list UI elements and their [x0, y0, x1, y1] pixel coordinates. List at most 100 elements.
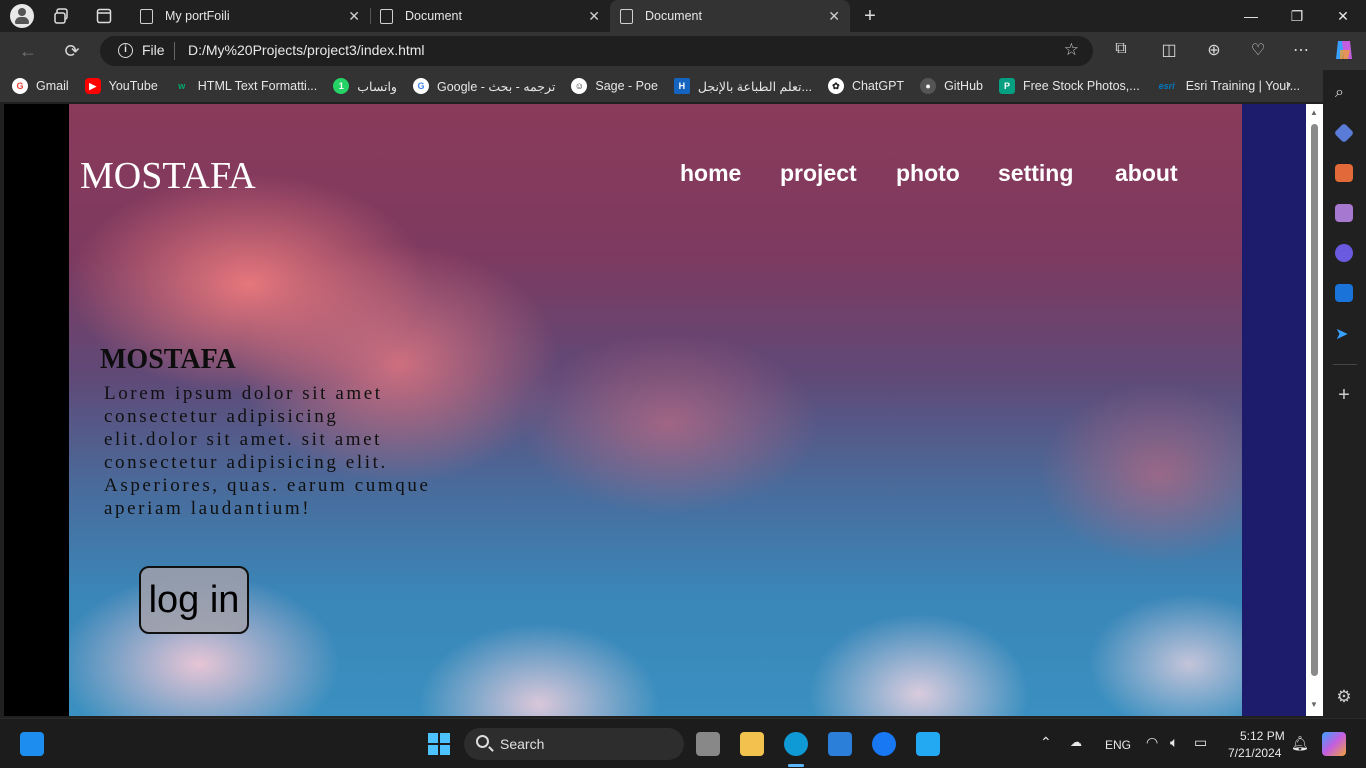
- task-view-icon[interactable]: [696, 732, 720, 756]
- bookmark-label: تعلم الطباعة بالإنجل...: [697, 79, 812, 94]
- favorite-star-icon[interactable]: ☆: [1064, 40, 1079, 60]
- edge-browser-icon[interactable]: [784, 732, 808, 756]
- page-right-strip: [1242, 104, 1306, 716]
- bookmark-label: GitHub: [944, 79, 983, 93]
- scroll-up-icon[interactable]: ▲: [1310, 108, 1318, 117]
- clock-date[interactable]: 7/21/2024: [1228, 746, 1281, 760]
- search-icon[interactable]: ⌕: [1335, 84, 1353, 102]
- tab-actions-icon[interactable]: [92, 4, 116, 28]
- login-button[interactable]: log in: [139, 566, 249, 634]
- games-icon[interactable]: [1335, 204, 1353, 222]
- widgets-icon[interactable]: [20, 732, 44, 756]
- vertical-scrollbar[interactable]: ▲ ▼: [1306, 104, 1323, 716]
- minimize-icon[interactable]: —: [1228, 0, 1274, 32]
- facebook-icon[interactable]: [872, 732, 896, 756]
- bookmarks-chevron-right-icon[interactable]: ›: [1286, 76, 1291, 94]
- bookmark-gmail[interactable]: G Gmail: [12, 78, 69, 94]
- url-text[interactable]: D:/My%20Projects/project3/index.html: [188, 42, 425, 58]
- tab-document-2-active[interactable]: Document ✕: [610, 0, 850, 32]
- info-icon[interactable]: i: [118, 43, 133, 58]
- content-paragraph: Lorem ipsum dolor sit amet consectetur a…: [104, 383, 431, 519]
- new-tab-plus-icon[interactable]: +: [858, 4, 882, 28]
- bookmark-label: واتساب: [357, 79, 397, 94]
- nav-photo[interactable]: photo: [896, 160, 960, 187]
- bookmark-youtube[interactable]: ▶ YouTube: [84, 78, 158, 94]
- start-windows-icon[interactable]: [427, 732, 451, 756]
- youtube-icon: ▶: [84, 78, 101, 94]
- sidebar-settings-gear-icon[interactable]: ⚙: [1335, 688, 1353, 706]
- tag-icon[interactable]: [1333, 122, 1355, 144]
- file-explorer-icon[interactable]: [740, 732, 764, 756]
- bookmark-esri[interactable]: esri Esri Training | Your...: [1156, 78, 1300, 94]
- content-heading: MOSTAFA: [100, 344, 236, 375]
- search-magnifier-icon: [476, 735, 489, 748]
- notification-bell-icon[interactable]: 🔔︎: [1291, 735, 1309, 752]
- close-tab-icon[interactable]: ✕: [828, 8, 840, 25]
- language-indicator[interactable]: ENG: [1105, 738, 1131, 752]
- tab-document-1[interactable]: Document ✕: [370, 0, 610, 32]
- workspaces-icon[interactable]: [50, 4, 74, 28]
- bookmark-github[interactable]: ● GitHub: [920, 78, 983, 94]
- onedrive-cloud-icon[interactable]: ☁: [1070, 735, 1082, 749]
- nav-setting[interactable]: setting: [998, 160, 1073, 187]
- nav-project[interactable]: project: [780, 160, 857, 187]
- refresh-icon[interactable]: ⟳: [59, 38, 85, 64]
- extensions-icon[interactable]: ⧉: [1110, 40, 1132, 62]
- close-tab-icon[interactable]: ✕: [348, 8, 360, 25]
- copilot-sidebar-icon[interactable]: [1335, 244, 1353, 262]
- close-window-icon[interactable]: ✕: [1320, 0, 1366, 32]
- tray-chevron-up-icon[interactable]: ⌃: [1040, 734, 1052, 751]
- gmail-icon: G: [12, 78, 28, 94]
- scrollbar-thumb[interactable]: [1311, 124, 1318, 676]
- w3schools-icon: w: [178, 81, 186, 91]
- sidebar-divider: [1333, 364, 1357, 365]
- scroll-down-icon[interactable]: ▼: [1310, 700, 1318, 709]
- battery-icon[interactable]: ▭: [1194, 734, 1207, 751]
- bookmark-chatgpt[interactable]: ✿ ChatGPT: [827, 78, 904, 94]
- pexels-icon: P: [998, 78, 1015, 94]
- split-screen-icon[interactable]: ◫: [1158, 40, 1180, 62]
- bookmark-label: Free Stock Photos,...: [1022, 79, 1140, 93]
- back-arrow-icon[interactable]: ←: [15, 38, 41, 64]
- add-plus-icon[interactable]: +: [1335, 385, 1353, 405]
- browser-essentials-icon[interactable]: ♡: [1247, 40, 1269, 62]
- microsoft-store-icon[interactable]: [828, 732, 852, 756]
- bookmark-google-translate[interactable]: G Google - ترجمه - بحث: [412, 78, 555, 94]
- toolbox-icon[interactable]: [1335, 164, 1353, 182]
- restore-icon[interactable]: ❐: [1274, 0, 1320, 32]
- taskbar-search-box[interactable]: Search: [464, 728, 684, 760]
- windows-taskbar: Search ⌃ ☁ ENG ◠ 🔈︎ ▭ 5:12 PM 7/21/2024 …: [0, 718, 1366, 768]
- send-icon[interactable]: ➤: [1335, 324, 1353, 343]
- copilot-icon[interactable]: [1332, 38, 1354, 60]
- clock-time[interactable]: 5:12 PM: [1240, 729, 1285, 743]
- copilot-taskbar-icon[interactable]: [1322, 732, 1346, 756]
- bookmark-label: YouTube: [108, 79, 158, 93]
- settings-more-icon[interactable]: ⋯: [1290, 40, 1312, 62]
- bookmark-pexels[interactable]: P Free Stock Photos,...: [998, 78, 1140, 94]
- nav-about[interactable]: about: [1115, 160, 1178, 187]
- tab-title: Document: [405, 9, 462, 23]
- browser-toolbar: ← ⟳ i File D:/My%20Projects/project3/ind…: [0, 32, 1366, 70]
- outlook-icon[interactable]: [1335, 284, 1353, 302]
- tab-strip: My portFoili ✕ Document ✕ Document ✕ + —…: [0, 0, 1366, 32]
- tab-my-portfolio[interactable]: My portFoili ✕: [130, 0, 370, 32]
- profile-avatar-icon[interactable]: [10, 4, 34, 28]
- bookmarks-bar: G Gmail ▶ YouTube w HTML Text Formatti... 1…: [0, 70, 1323, 102]
- page-icon: [380, 8, 393, 24]
- vscode-icon[interactable]: [916, 732, 940, 756]
- address-bar[interactable]: i File D:/My%20Projects/project3/index.h…: [100, 36, 1093, 66]
- scheme-label: File: [142, 42, 165, 58]
- collections-icon[interactable]: ⊕: [1203, 40, 1225, 62]
- google-icon: G: [412, 78, 429, 94]
- volume-icon[interactable]: 🔈︎: [1170, 734, 1178, 751]
- bookmark-typing[interactable]: H تعلم الطباعة بالإنجل...: [673, 78, 812, 94]
- close-tab-icon[interactable]: ✕: [588, 8, 600, 25]
- bookmark-w3schools[interactable]: w HTML Text Formatti...: [174, 78, 317, 94]
- nav-home[interactable]: home: [680, 160, 741, 187]
- bookmark-whatsapp[interactable]: 1 واتساب: [333, 78, 397, 94]
- bookmark-poe[interactable]: ☺ Sage - Poe: [571, 78, 658, 94]
- bookmark-label: Sage - Poe: [595, 79, 658, 93]
- address-divider: [174, 42, 175, 60]
- wifi-icon[interactable]: ◠: [1146, 734, 1158, 751]
- tab-title: Document: [645, 9, 702, 23]
